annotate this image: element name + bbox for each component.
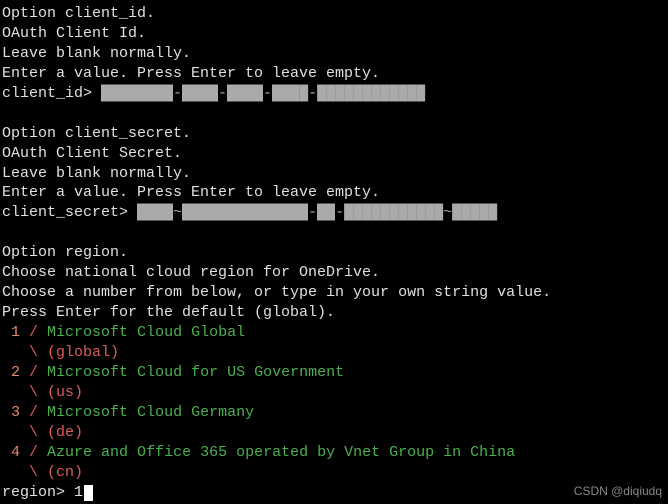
region-default: Press Enter for the default (global). — [2, 303, 666, 323]
option-code: (cn) — [47, 464, 83, 481]
region-option-line: Option region. — [2, 243, 666, 263]
option-label: Microsoft Cloud Germany — [47, 404, 254, 421]
option-sep: / — [20, 404, 47, 421]
client-id-value: ████████-████-████-████-████████████ — [101, 85, 425, 102]
client-secret-enter: Enter a value. Press Enter to leave empt… — [2, 183, 666, 203]
option-label: Azure and Office 365 operated by Vnet Gr… — [47, 444, 515, 461]
option-pipe: \ — [2, 464, 47, 481]
option-number: 1 — [11, 324, 20, 341]
option-sep: / — [20, 324, 47, 341]
client-secret-prompt: client_secret> — [2, 204, 137, 221]
region-input: 1 — [74, 484, 83, 501]
region-option-3-code: \ (de) — [2, 423, 666, 443]
region-option-2-code: \ (us) — [2, 383, 666, 403]
client-id-option-line: Option client_id. — [2, 4, 666, 24]
option-number: 3 — [11, 404, 20, 421]
option-sep: / — [20, 364, 47, 381]
client-secret-option-line: Option client_secret. — [2, 124, 666, 144]
option-number: 4 — [11, 444, 20, 461]
client-id-title: OAuth Client Id. — [2, 24, 666, 44]
client-secret-value: ████~██████████████-██-███████████~█████ — [137, 204, 497, 221]
option-number: 2 — [11, 364, 20, 381]
option-code: (de) — [47, 424, 83, 441]
option-label: Microsoft Cloud Global — [47, 324, 245, 341]
client-id-blank: Leave blank normally. — [2, 44, 666, 64]
terminal-output: Option client_id. OAuth Client Id. Leave… — [2, 4, 666, 502]
region-option-1-code: \ (global) — [2, 343, 666, 363]
watermark: CSDN @diqiudq — [574, 484, 662, 500]
client-id-enter: Enter a value. Press Enter to leave empt… — [2, 64, 666, 84]
region-option-4: 4 / Azure and Office 365 operated by Vne… — [2, 443, 666, 463]
option-pipe: \ — [2, 344, 47, 361]
cursor-icon — [84, 485, 93, 501]
option-pipe: \ — [2, 384, 47, 401]
region-option-1: 1 / Microsoft Cloud Global — [2, 323, 666, 343]
option-code: (global) — [47, 344, 119, 361]
option-sep: / — [20, 444, 47, 461]
region-option-2: 2 / Microsoft Cloud for US Government — [2, 363, 666, 383]
region-option-3: 3 / Microsoft Cloud Germany — [2, 403, 666, 423]
client-id-prompt-line[interactable]: client_id> ████████-████-████-████-█████… — [2, 84, 666, 104]
region-desc: Choose national cloud region for OneDriv… — [2, 263, 666, 283]
region-prompt-line[interactable]: region> 1 — [2, 483, 666, 503]
region-choose: Choose a number from below, or type in y… — [2, 283, 666, 303]
option-pipe: \ — [2, 424, 47, 441]
option-label: Microsoft Cloud for US Government — [47, 364, 344, 381]
client-id-prompt: client_id> — [2, 85, 101, 102]
client-secret-prompt-line[interactable]: client_secret> ████~██████████████-██-██… — [2, 203, 666, 223]
client-secret-title: OAuth Client Secret. — [2, 144, 666, 164]
region-prompt: region> — [2, 484, 74, 501]
client-secret-blank: Leave blank normally. — [2, 164, 666, 184]
option-code: (us) — [47, 384, 83, 401]
region-option-4-code: \ (cn) — [2, 463, 666, 483]
